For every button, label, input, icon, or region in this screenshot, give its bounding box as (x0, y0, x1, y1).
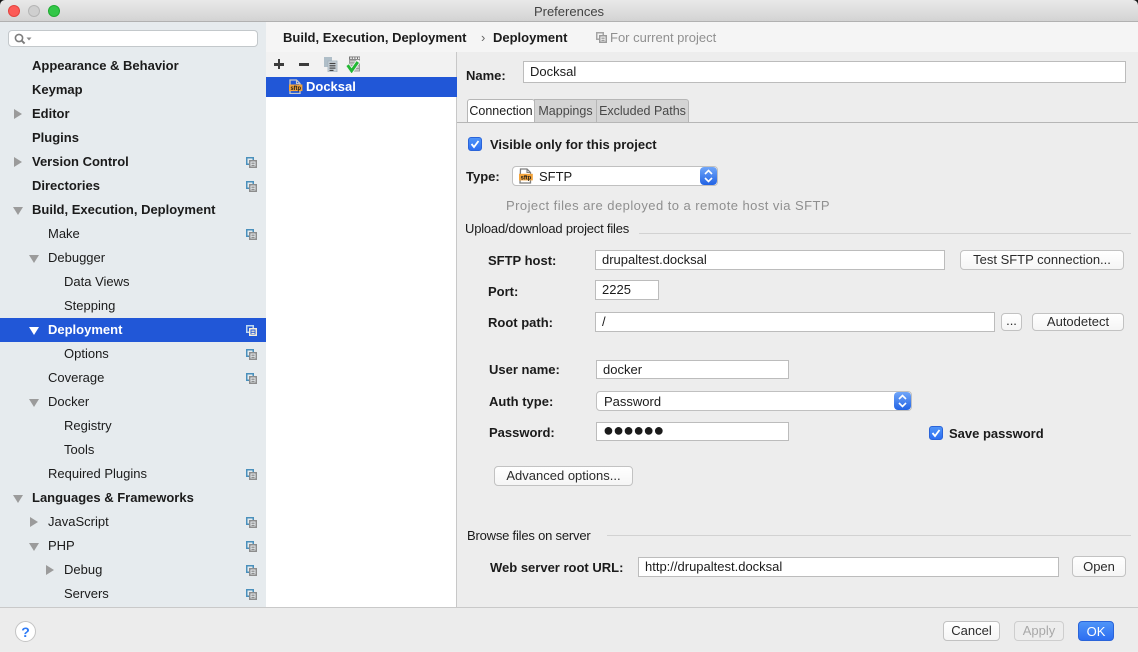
svg-text:sftp: sftp (521, 175, 532, 181)
svg-text:sftp: sftp (290, 85, 301, 92)
